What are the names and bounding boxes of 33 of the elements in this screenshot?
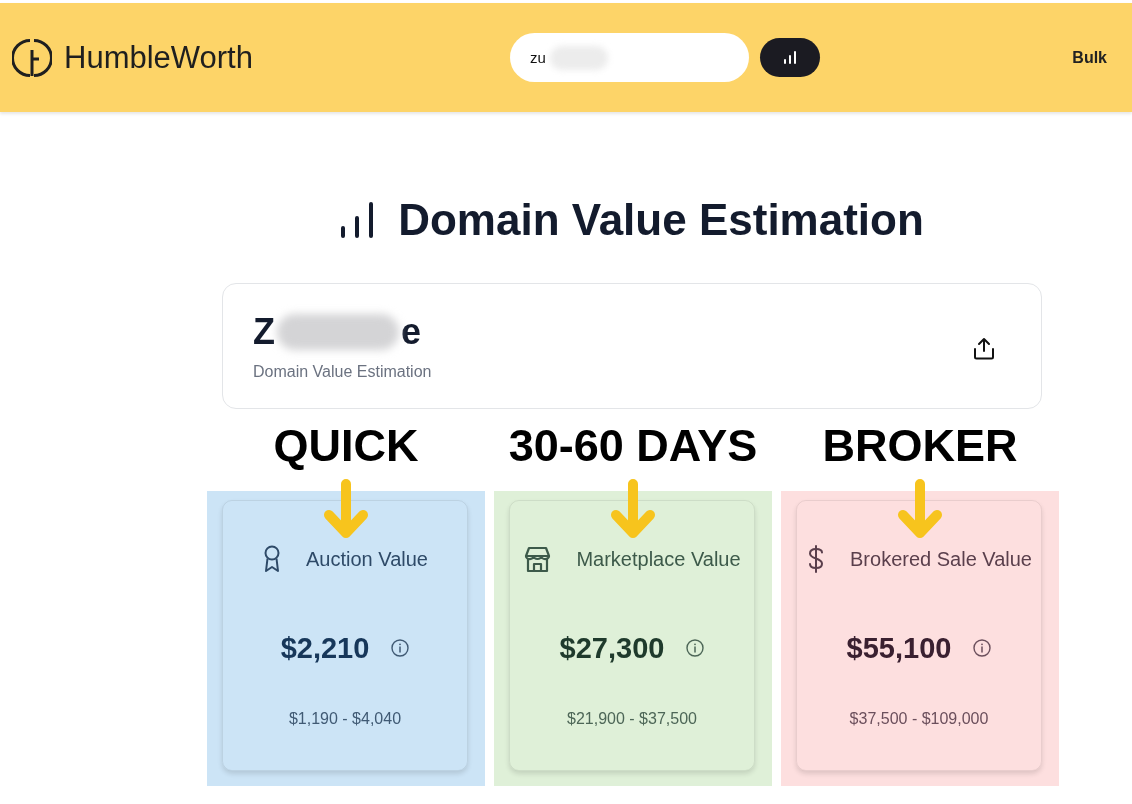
chart-button[interactable] [760,38,820,77]
domain-name-fragment: e [401,312,422,352]
down-arrow-icon [896,478,944,540]
estimate-label: Auction Value [306,547,428,572]
estimate-value: $55,100 [846,631,952,666]
dollar-icon [806,545,826,573]
estimate-label: Brokered Sale Value [850,547,1032,572]
bulk-link[interactable]: Bulk [1072,48,1107,67]
estimate-range: $21,900 - $37,500 [567,709,697,729]
logo-text: HumbleWorth [64,38,253,77]
store-icon [523,545,553,573]
info-icon[interactable] [686,639,705,657]
domain-subtitle: Domain Value Estimation [253,362,432,382]
estimate-value: $27,300 [559,631,665,666]
estimate-range: $37,500 - $109,000 [849,709,989,729]
estimate-range: $1,190 - $4,040 [288,709,402,729]
down-arrow-icon [609,478,657,540]
domain-name-fragment: Z [253,312,275,352]
estimate-value: $2,210 [280,631,370,666]
down-arrow-icon [322,478,370,540]
page-title: Domain Value Estimation [398,195,924,245]
annotation-label: BROKER [822,420,1018,472]
info-icon[interactable] [391,639,410,657]
info-icon[interactable] [973,639,992,657]
bars-icon [783,51,797,64]
bars-icon [340,201,375,239]
search-field[interactable]: zu [510,33,749,82]
share-icon [973,336,995,360]
estimate-label: Marketplace Value [576,547,741,572]
annotation-label: 30-60 DAYS [508,420,758,472]
annotation-label: QUICK [273,420,419,472]
logo-icon [12,37,52,78]
share-button[interactable] [971,335,997,361]
